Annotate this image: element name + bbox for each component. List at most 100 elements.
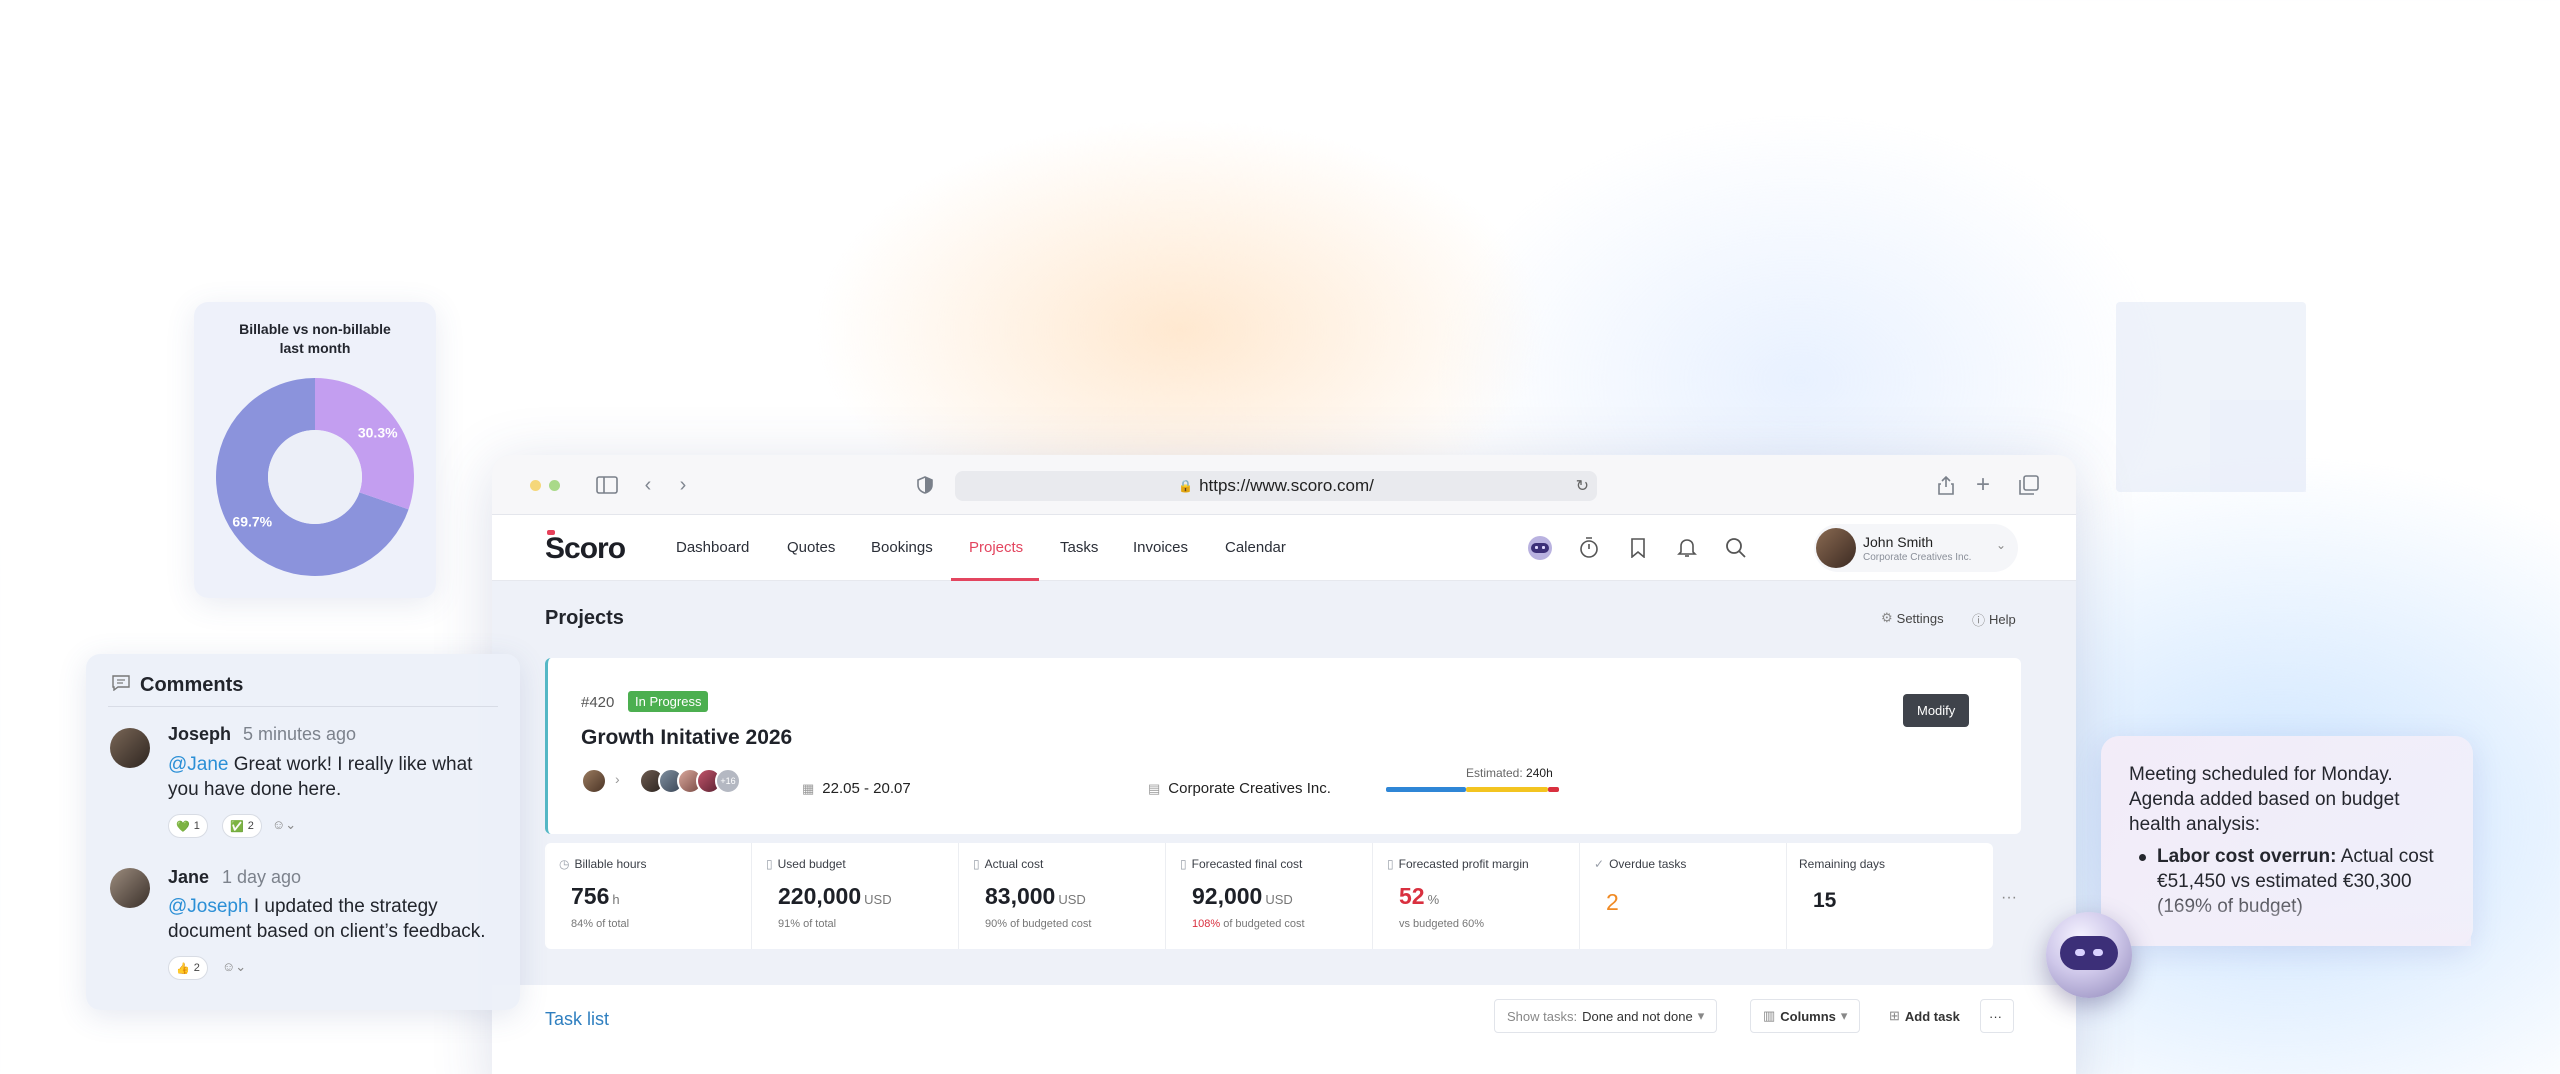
estimate-bar-segment-red <box>1548 787 1559 792</box>
show-tasks-filter[interactable]: Show tasks: Done and not done ▾ <box>1494 999 1718 1033</box>
browser-toolbar: ‹ › 🔒 https://www.scoro.com/ ↻ + <box>492 455 2076 515</box>
reaction-chip[interactable]: 💚 1 <box>168 814 208 838</box>
columns-button[interactable]: ▥ Columns ▾ <box>1750 999 1861 1033</box>
chart-title: Billable vs non-billable last month <box>194 320 436 358</box>
logo-text: Scoro <box>545 532 626 565</box>
nav-dashboard[interactable]: Dashboard <box>676 539 749 556</box>
ai-message: Meeting scheduled for Monday. Agenda add… <box>2129 764 2400 835</box>
nav-quotes[interactable]: Quotes <box>787 539 835 556</box>
add-task-label: Add task <box>1904 1008 1960 1024</box>
reaction-chip[interactable]: ✅ 2 <box>222 814 262 838</box>
scoro-logo[interactable]: Scoro <box>545 530 626 566</box>
window-maximize-dot[interactable] <box>549 480 560 491</box>
heart-icon: 💚 <box>176 820 190 833</box>
active-nav-underline <box>951 578 1039 581</box>
mention[interactable]: @Jane <box>168 754 229 775</box>
stat-unit: USD <box>1265 892 1293 907</box>
new-tab-icon[interactable]: + <box>1970 471 1996 498</box>
task-list-title[interactable]: Task list <box>545 1009 609 1030</box>
nav-projects[interactable]: Projects <box>969 539 1023 556</box>
comments-title: Comments <box>140 674 244 696</box>
bookmark-icon[interactable] <box>1625 535 1651 561</box>
ai-assistant-icon[interactable] <box>1527 535 1553 561</box>
more-members-count[interactable]: +16 <box>715 768 741 794</box>
comment-author: Joseph <box>168 724 232 744</box>
more-options-icon[interactable]: ··· <box>1980 999 2014 1033</box>
document-icon: ▯ <box>973 857 980 871</box>
project-owner-avatar[interactable] <box>581 768 607 794</box>
bullet <box>2139 854 2146 861</box>
check-icon: ✓ <box>1594 857 1605 871</box>
stat-forecasted-final-cost: ▯ Forecasted final cost 92,000 USD 108% of… <box>1166 843 1373 949</box>
mention[interactable]: @Joseph <box>168 896 249 917</box>
help-link[interactable]: ⓘ Help <box>1972 610 2016 629</box>
comment-icon <box>112 674 130 697</box>
stat-value: 220,000 <box>778 883 862 909</box>
stat-unit: % <box>1427 892 1440 907</box>
reload-icon[interactable]: ↻ <box>1576 476 1589 496</box>
stat-overdue-tasks: ✓ Overdue tasks 2 <box>1580 843 1787 949</box>
avatar[interactable] <box>110 868 150 908</box>
avatar <box>1816 528 1856 568</box>
search-icon[interactable] <box>1723 535 1749 561</box>
columns-label: Columns <box>1780 1008 1836 1024</box>
project-dates: ▦ 22.05 - 20.07 <box>802 780 911 797</box>
ai-robot-icon[interactable] <box>2046 912 2132 998</box>
stat-sub: of budgeted cost <box>1223 918 1305 930</box>
back-icon[interactable]: ‹ <box>635 472 661 498</box>
nav-tasks[interactable]: Tasks <box>1060 539 1098 556</box>
window-minimize-dot[interactable] <box>530 480 541 491</box>
stat-used-budget: ▯ Used budget 220,000 USD 91% of total <box>752 843 959 949</box>
nav-calendar[interactable]: Calendar <box>1225 539 1286 556</box>
help-label: Help <box>1989 612 2016 627</box>
shield-icon[interactable] <box>912 472 938 498</box>
add-reaction-icon[interactable]: ☺⌄ <box>272 817 296 833</box>
project-number: #420 <box>581 694 615 711</box>
sidebar-toggle-icon[interactable] <box>594 472 620 498</box>
user-name: John Smith <box>1863 534 1934 550</box>
modify-button[interactable]: Modify <box>1903 694 1970 727</box>
bell-icon[interactable] <box>1674 535 1700 561</box>
pie-slice-label: 69.7% <box>232 514 272 530</box>
stat-forecasted-profit-margin: ▯ Forecasted profit margin 52% vs budgete… <box>1373 843 1580 949</box>
share-icon[interactable] <box>1933 472 1959 498</box>
user-menu[interactable]: John Smith Corporate Creatives Inc. ⌄ <box>1814 524 2018 572</box>
settings-link[interactable]: ⚙ Settings <box>1881 610 1944 626</box>
thumbs-up-icon: 👍 <box>176 962 190 975</box>
more-options-icon[interactable]: ··· <box>2001 889 2017 907</box>
comment-time: 5 minutes ago <box>243 724 357 744</box>
gear-icon: ⚙ <box>1881 610 1893 625</box>
estimate-value: 240h <box>1526 766 1553 780</box>
reaction-chip[interactable]: 👍 2 <box>168 956 208 980</box>
task-list-section: Task list Show tasks: Done and not done … <box>492 985 2076 1074</box>
forward-icon[interactable]: › <box>670 472 696 498</box>
stat-label: Used budget <box>777 857 846 871</box>
tabs-overview-icon[interactable] <box>2016 472 2042 498</box>
robot-eye <box>2093 949 2103 956</box>
document-icon: ▯ <box>1180 857 1187 871</box>
add-reaction-icon[interactable]: ☺⌄ <box>222 959 246 975</box>
calendar-icon: ▦ <box>802 780 815 796</box>
comment-time: 1 day ago <box>222 867 302 887</box>
address-bar[interactable]: 🔒 https://www.scoro.com/ ↻ <box>955 471 1597 501</box>
nav-invoices[interactable]: Invoices <box>1133 539 1188 556</box>
stat-unit: USD <box>864 892 892 907</box>
avatar[interactable] <box>110 728 150 768</box>
document-icon: ▯ <box>1387 857 1394 871</box>
checkmark-icon: ✅ <box>230 820 244 833</box>
settings-label: Settings <box>1896 610 1944 626</box>
estimate-label-text: Estimated: <box>1466 766 1523 780</box>
add-icon: ⊞ <box>1889 1008 1900 1023</box>
timer-icon[interactable] <box>1576 535 1602 561</box>
stat-label: Overdue tasks <box>1609 857 1687 871</box>
billable-chart-card: Billable vs non-billable last month 69.7… <box>194 302 436 598</box>
add-task-button[interactable]: ⊞ Add task <box>1877 999 1972 1033</box>
stat-label: Forecasted profit margin <box>1398 857 1529 871</box>
decorative-glass-pane-small <box>2210 400 2306 492</box>
estimate-bar-segment-blue <box>1386 787 1466 792</box>
reaction-count: 2 <box>193 962 200 974</box>
app-top-nav: Scoro Dashboard Quotes Bookings Projects… <box>492 515 2076 581</box>
nav-bookings[interactable]: Bookings <box>871 539 933 556</box>
robot-eye <box>2075 949 2085 956</box>
stat-sub: vs budgeted 60% <box>1399 918 1485 930</box>
